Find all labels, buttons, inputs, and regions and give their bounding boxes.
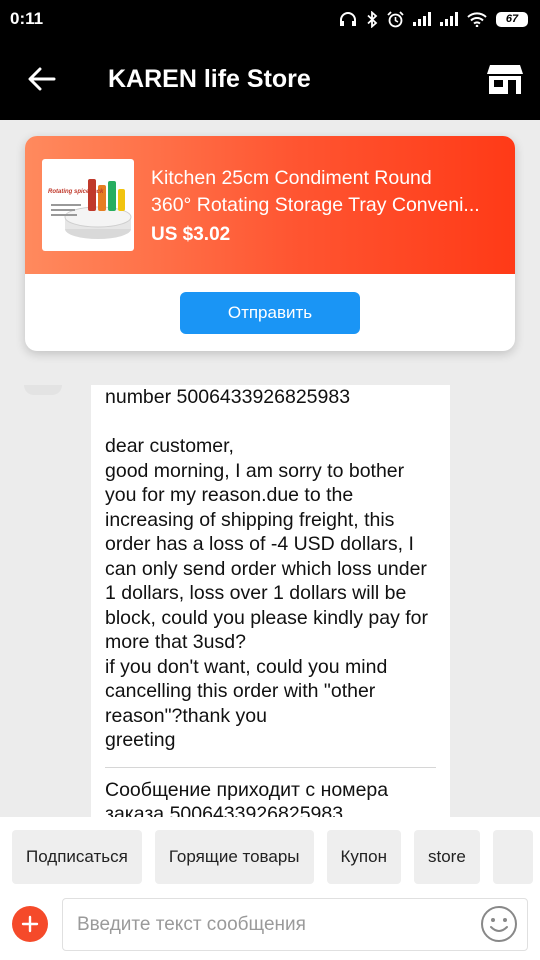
- product-image-caption: Rotating spice rack: [48, 189, 104, 195]
- app-bar: KAREN life Store: [0, 38, 540, 120]
- message-input[interactable]: [62, 898, 528, 951]
- alarm-icon: [387, 10, 404, 27]
- attach-button[interactable]: [12, 906, 48, 942]
- status-bar: 0:11 67: [0, 0, 540, 38]
- signal-icon-2: [440, 12, 458, 26]
- message-bubble: number 5006433926825983 dear customer, g…: [91, 385, 450, 817]
- message-top-line: number 5006433926825983: [105, 386, 351, 408]
- store-button[interactable]: [470, 38, 540, 120]
- page-title: KAREN life Store: [108, 64, 311, 93]
- product-title-line1: Kitchen 25cm Condiment Round: [151, 166, 432, 189]
- status-time: 0:11: [10, 9, 44, 28]
- product-card: Rotating spice rack Kitchen 25cm Condime…: [25, 136, 515, 351]
- battery-icon: 67: [496, 11, 528, 27]
- product-title-line2: 360° Rotating Storage Tray Conveni...: [151, 193, 480, 216]
- wifi-icon: [467, 11, 487, 27]
- composer: [0, 897, 540, 960]
- quick-reply-store[interactable]: store: [413, 830, 480, 884]
- quick-reply-more[interactable]: [492, 830, 533, 884]
- quick-reply-subscribe[interactable]: Подписаться: [12, 830, 142, 884]
- arrow-left-icon: [28, 67, 56, 91]
- back-button[interactable]: [0, 38, 84, 120]
- quick-reply-hot-deals[interactable]: Горящие товары: [154, 830, 314, 884]
- product-card-actions: Отправить: [25, 274, 515, 351]
- signal-icon: [413, 12, 431, 26]
- quick-replies: Подписаться Горящие товары Купон store: [0, 817, 540, 897]
- store-icon: [487, 65, 523, 94]
- avatar: [24, 385, 62, 395]
- emoji-icon[interactable]: [480, 905, 518, 943]
- rotating-tray-image: [51, 179, 132, 239]
- message-translation-note: Сообщение приходит с номера заказа 50064…: [105, 778, 389, 818]
- plus-icon: [21, 915, 39, 933]
- bluetooth-icon: [367, 10, 378, 28]
- product-image: Rotating spice rack: [42, 159, 134, 251]
- headphones-icon: [340, 12, 356, 26]
- send-product-button[interactable]: Отправить: [180, 291, 360, 334]
- message-divider: [105, 766, 436, 768]
- message-body: dear customer, good morning, I am sorry …: [105, 435, 429, 751]
- product-info: Kitchen 25cm Condiment Round 360° Rotati…: [151, 165, 506, 246]
- product-header[interactable]: Rotating spice rack Kitchen 25cm Condime…: [25, 136, 515, 274]
- status-icons: 67: [339, 10, 528, 28]
- quick-reply-coupon[interactable]: Купон: [326, 830, 401, 884]
- product-title: Kitchen 25cm Condiment Round 360° Rotati…: [151, 165, 506, 219]
- product-price: US $3.02: [151, 223, 231, 245]
